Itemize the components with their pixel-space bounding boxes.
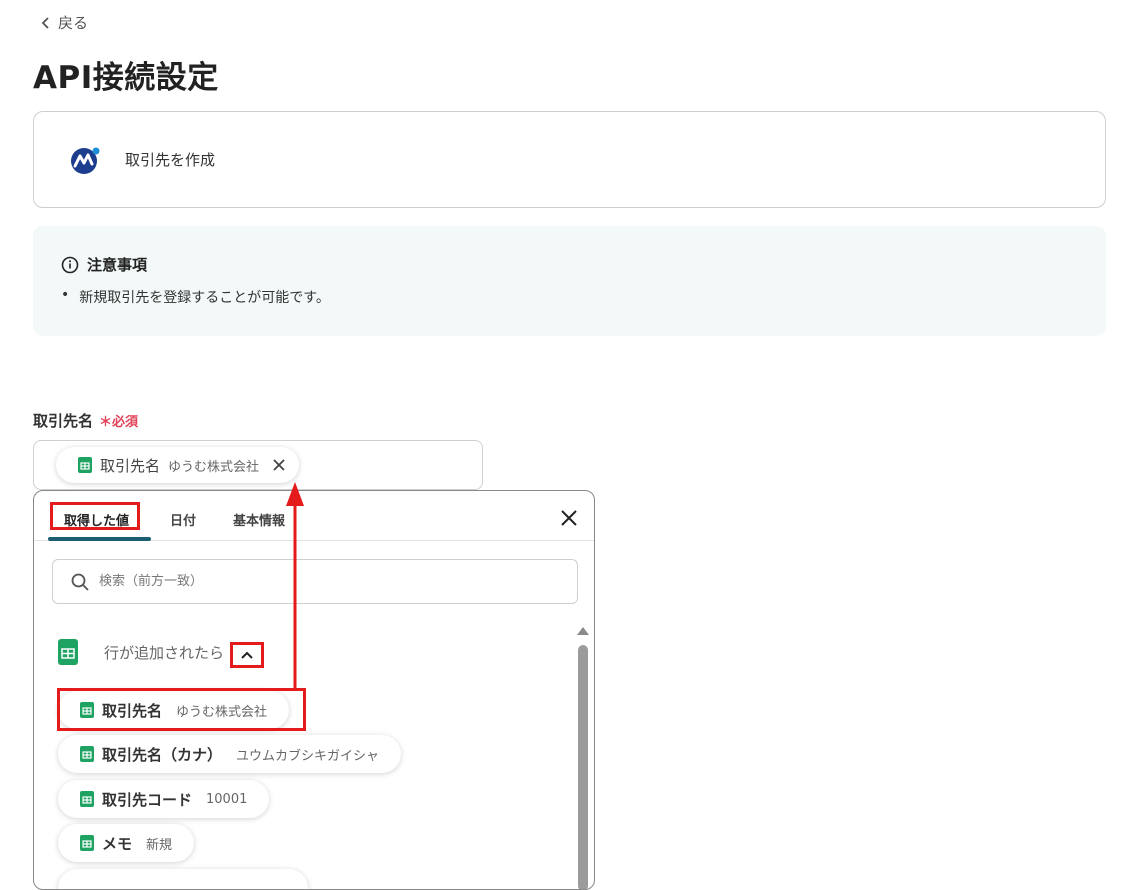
item-name: メモ: [102, 834, 133, 853]
action-card: 取引先を作成: [33, 111, 1106, 208]
tab-date[interactable]: 日付: [160, 505, 206, 534]
item-name: 取引先コード: [102, 790, 193, 809]
spreadsheet-icon: [80, 746, 94, 762]
required-label: 必須: [112, 415, 139, 430]
field-label-text: 取引先名: [33, 412, 94, 430]
required-badge: ＊必須: [99, 411, 138, 430]
section-title: 行が追加されたら: [104, 643, 225, 662]
spreadsheet-icon: [80, 835, 94, 851]
app-logo-icon: [71, 147, 100, 174]
chip-name: 取引先名: [100, 456, 161, 475]
item-value: 10001: [206, 791, 248, 807]
active-tab-indicator: [48, 537, 151, 541]
list-item[interactable]: メモ 新規: [58, 824, 195, 862]
close-icon[interactable]: [560, 509, 578, 527]
chevron-left-icon: [41, 16, 49, 29]
scrollbar-thumb[interactable]: [578, 645, 588, 889]
chip-value: ゆうむ株式会社: [168, 459, 260, 475]
scroll-up-icon[interactable]: [577, 627, 589, 635]
search-input[interactable]: [97, 573, 497, 590]
search-field: [52, 559, 578, 604]
required-mark: ＊: [99, 415, 113, 430]
tab-basic-info[interactable]: 基本情報: [223, 505, 295, 534]
list-item[interactable]: 取引先名（カナ） ユウムカブシキガイシャ: [58, 735, 402, 773]
chevron-up-icon: [241, 651, 253, 659]
notice-item-text: 新規取引先を登録することが可能です。: [79, 290, 330, 306]
item-value: 新規: [146, 837, 173, 853]
collapse-toggle-button[interactable]: [230, 642, 264, 668]
selected-value-chip[interactable]: 取引先名 ゆうむ株式会社: [56, 447, 300, 483]
notice-box: 注意事項 • 新規取引先を登録することが可能です。: [33, 226, 1106, 336]
spreadsheet-icon: [78, 457, 92, 473]
highlight-box-item: [57, 688, 306, 731]
list-item[interactable]: 取引先コード 10001: [58, 780, 270, 818]
spreadsheet-icon: [80, 791, 94, 807]
account-name-input[interactable]: 取引先名 ゆうむ株式会社: [33, 440, 483, 490]
item-value: ユウムカブシキガイシャ: [236, 748, 380, 764]
action-label: 取引先を作成: [125, 151, 216, 169]
notice-list-item: • 新規取引先を登録することが可能です。: [61, 287, 330, 307]
item-name: 取引先名（カナ）: [102, 745, 223, 764]
field-label: 取引先名 ＊必須: [33, 410, 138, 431]
remove-chip-icon[interactable]: [271, 457, 287, 473]
back-link[interactable]: 戻る: [40, 12, 88, 33]
info-icon: [61, 256, 79, 273]
scrollbar[interactable]: [576, 625, 590, 889]
list-item[interactable]: [58, 869, 308, 889]
search-icon: [71, 573, 89, 591]
bullet-icon: •: [61, 287, 70, 303]
notice-heading: 注意事項: [61, 254, 147, 275]
highlight-box-tab: [50, 502, 140, 530]
section-header: 行が追加されたら: [58, 639, 224, 665]
notice-title: 注意事項: [87, 256, 148, 274]
spreadsheet-icon: [58, 639, 78, 665]
page-title: API接続設定: [33, 60, 219, 96]
back-label: 戻る: [58, 14, 89, 32]
